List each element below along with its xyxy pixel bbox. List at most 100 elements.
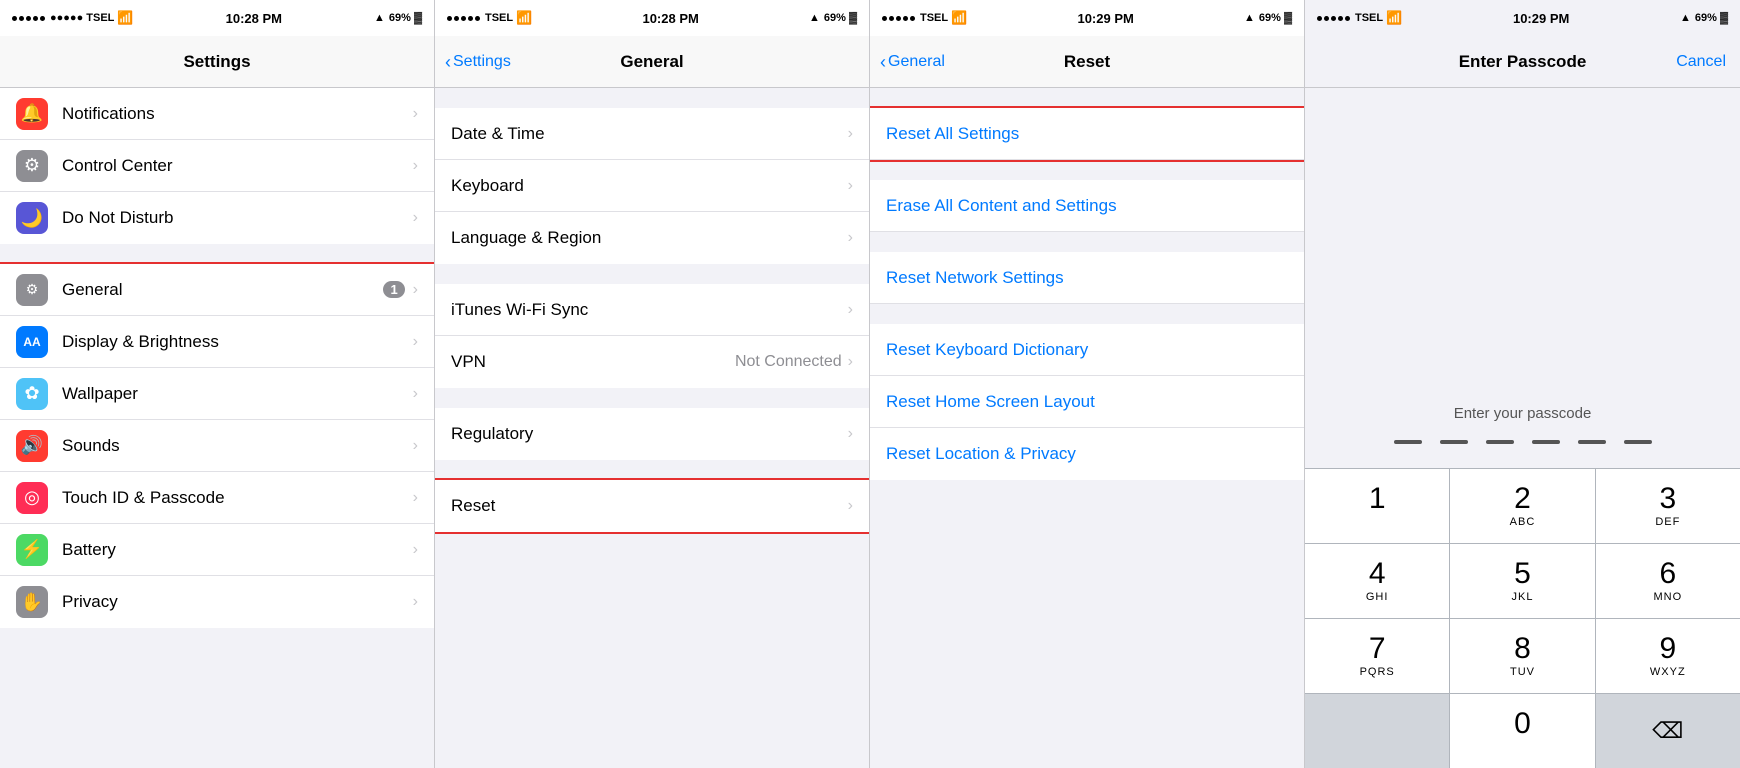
reset-homescreen[interactable]: Reset Home Screen Layout: [870, 376, 1304, 428]
reset-label: Reset: [451, 496, 848, 516]
key-9[interactable]: 9 WXYZ: [1596, 619, 1740, 693]
reset-keyboard-label: Reset Keyboard Dictionary: [886, 340, 1288, 360]
settings-item-sounds[interactable]: 🔊 Sounds ›: [0, 420, 434, 472]
battery-pct-1: 69% ▓: [389, 12, 422, 24]
regulatory-label: Regulatory: [451, 424, 848, 444]
reset-gap-1: [870, 160, 1304, 180]
key-6-letters: MNO: [1653, 591, 1682, 603]
settings-item-general[interactable]: ⚙ General 1 ›: [0, 264, 434, 316]
nav-bar-passcode: Enter Passcode Cancel: [1305, 36, 1740, 88]
back-to-general[interactable]: ‹ General: [880, 53, 945, 71]
key-7-letters: PQRS: [1360, 666, 1395, 678]
general-gap-2: [435, 388, 869, 408]
general-group-3: Regulatory ›: [435, 408, 869, 460]
reset-group-4: Reset Keyboard Dictionary Reset Home Scr…: [870, 324, 1304, 480]
location-icon-3: ▲: [1244, 12, 1255, 24]
back-to-settings[interactable]: ‹ Settings: [445, 53, 511, 71]
carrier-4: TSEL: [1355, 12, 1383, 24]
key-7[interactable]: 7 PQRS: [1305, 619, 1450, 693]
notifications-label: Notifications: [62, 104, 413, 124]
status-right-4: ▲ 69% ▓: [1680, 12, 1728, 24]
passcode-prompt-area: Enter your passcode: [1305, 88, 1740, 468]
reset-network[interactable]: Reset Network Settings: [870, 252, 1304, 304]
key-3[interactable]: 3 DEF: [1596, 469, 1740, 543]
chevron-display: ›: [413, 333, 418, 351]
general-gap-3: [435, 460, 869, 480]
general-item-reset[interactable]: Reset ›: [435, 480, 869, 532]
status-left-4: TSEL 📶: [1317, 10, 1402, 26]
general-top-gap: [435, 88, 869, 108]
key-0[interactable]: 0: [1450, 694, 1595, 768]
general-item-regulatory[interactable]: Regulatory ›: [435, 408, 869, 460]
nav-bar-settings: Settings: [0, 36, 434, 88]
chevron-language: ›: [848, 229, 853, 247]
settings-item-touchid[interactable]: ◎ Touch ID & Passcode ›: [0, 472, 434, 524]
time-1: 10:28 PM: [226, 11, 282, 26]
settings-item-wallpaper[interactable]: ✿ Wallpaper ›: [0, 368, 434, 420]
status-left-1: ●●●●● TSEL 📶: [12, 10, 134, 26]
settings-panel: ●●●●● TSEL 📶 10:28 PM ▲ 69% ▓ Settings 🔔…: [0, 0, 435, 768]
general-icon: ⚙: [16, 274, 48, 306]
key-delete[interactable]: ⌫: [1596, 694, 1740, 768]
nav-bar-general: ‹ Settings General: [435, 36, 869, 88]
reset-network-label: Reset Network Settings: [886, 268, 1288, 288]
settings-item-privacy[interactable]: ✋ Privacy ›: [0, 576, 434, 628]
wifi-icon-3: 📶: [951, 10, 967, 26]
vpn-value: Not Connected: [735, 353, 842, 371]
back-label-general: Settings: [453, 53, 511, 71]
battery-label: Battery: [62, 540, 413, 560]
battery-icon: ⚡: [16, 534, 48, 566]
signal-3: [882, 16, 915, 21]
privacy-label: Privacy: [62, 592, 413, 612]
settings-item-display[interactable]: AA Display & Brightness ›: [0, 316, 434, 368]
key-5[interactable]: 5 JKL: [1450, 544, 1595, 618]
passcode-dot-3: [1486, 440, 1514, 444]
key-4-number: 4: [1369, 559, 1386, 589]
settings-item-battery[interactable]: ⚡ Battery ›: [0, 524, 434, 576]
general-item-vpn[interactable]: VPN Not Connected ›: [435, 336, 869, 388]
chevron-dnd: ›: [413, 209, 418, 227]
chevron-control-center: ›: [413, 157, 418, 175]
key-1[interactable]: 1: [1305, 469, 1450, 543]
key-8[interactable]: 8 TUV: [1450, 619, 1595, 693]
settings-item-dnd[interactable]: 🌙 Do Not Disturb ›: [0, 192, 434, 244]
status-left-3: TSEL 📶: [882, 10, 967, 26]
reset-location[interactable]: Reset Location & Privacy: [870, 428, 1304, 480]
chevron-itunes: ›: [848, 301, 853, 319]
wifi-icon-4: 📶: [1386, 10, 1402, 26]
location-icon-2: ▲: [809, 12, 820, 24]
back-chevron-general: ‹: [445, 53, 451, 71]
erase-all-label: Erase All Content and Settings: [886, 196, 1288, 216]
passcode-dot-1: [1394, 440, 1422, 444]
reset-group-2: Erase All Content and Settings: [870, 180, 1304, 232]
general-item-itunes[interactable]: iTunes Wi-Fi Sync ›: [435, 284, 869, 336]
key-4[interactable]: 4 GHI: [1305, 544, 1450, 618]
notifications-icon: 🔔: [16, 98, 48, 130]
general-label: General: [62, 280, 383, 300]
general-item-datetime[interactable]: Date & Time ›: [435, 108, 869, 160]
key-5-letters: JKL: [1512, 591, 1534, 603]
settings-group-1: 🔔 Notifications › ⚙ Control Center › 🌙 D…: [0, 88, 434, 244]
settings-item-notifications[interactable]: 🔔 Notifications ›: [0, 88, 434, 140]
reset-gap-2: [870, 232, 1304, 252]
signal-4: [1317, 16, 1350, 21]
reset-keyboard[interactable]: Reset Keyboard Dictionary: [870, 324, 1304, 376]
settings-item-control-center[interactable]: ⚙ Control Center ›: [0, 140, 434, 192]
chevron-vpn: ›: [848, 353, 853, 371]
section-gap-1: [0, 244, 434, 264]
control-center-label: Control Center: [62, 156, 413, 176]
general-item-keyboard[interactable]: Keyboard ›: [435, 160, 869, 212]
erase-all[interactable]: Erase All Content and Settings: [870, 180, 1304, 232]
battery-pct-4: 69% ▓: [1695, 12, 1728, 24]
sounds-label: Sounds: [62, 436, 413, 456]
time-4: 10:29 PM: [1513, 11, 1569, 26]
key-6[interactable]: 6 MNO: [1596, 544, 1740, 618]
status-right-1: ▲ 69% ▓: [374, 12, 422, 24]
general-badge: 1: [383, 281, 404, 298]
numpad-row-1: 1 2 ABC 3 DEF: [1305, 469, 1740, 544]
key-2[interactable]: 2 ABC: [1450, 469, 1595, 543]
reset-all-settings[interactable]: Reset All Settings: [870, 108, 1304, 160]
passcode-cancel-button[interactable]: Cancel: [1676, 53, 1726, 71]
battery-pct-3: 69% ▓: [1259, 12, 1292, 24]
general-item-language[interactable]: Language & Region ›: [435, 212, 869, 264]
